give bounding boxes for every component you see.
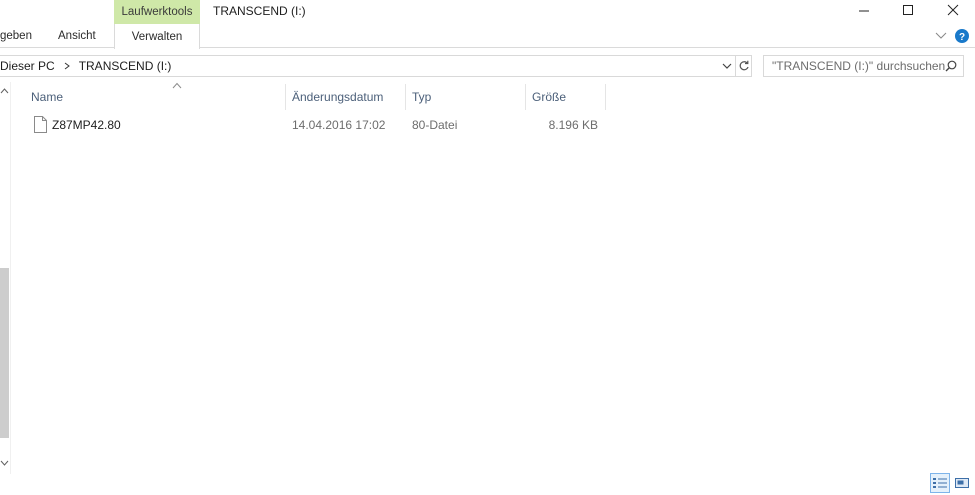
refresh-icon [739, 60, 749, 71]
chevron-down-icon[interactable] [935, 31, 947, 41]
address-tools [719, 56, 751, 76]
tab-freigeben[interactable]: geben [0, 30, 32, 42]
details-view-button[interactable] [930, 473, 950, 493]
chevron-right-icon[interactable] [64, 62, 70, 70]
pane-divider [10, 82, 11, 474]
details-view-icon [933, 478, 947, 488]
column-label-size: Größe [532, 90, 567, 104]
refresh-button[interactable] [735, 56, 751, 76]
tab-verwalten[interactable]: Verwalten [114, 24, 200, 49]
minimize-button[interactable] [841, 0, 887, 20]
maximize-icon [902, 4, 913, 15]
column-header-modified[interactable]: Änderungsdatum [283, 84, 403, 110]
file-icon [34, 116, 47, 133]
context-tab-laufwerktools[interactable]: Laufwerktools [114, 0, 200, 24]
column-headers: Name Änderungsdatum Typ Größe [22, 82, 642, 110]
title-bar: Laufwerktools TRANSCEND (I:) [0, 0, 975, 24]
file-type: 80-Datei [412, 118, 458, 132]
maximize-button[interactable] [885, 0, 931, 20]
column-label-name: Name [31, 90, 64, 104]
address-bar[interactable]: Dieser PC TRANSCEND (I:) [0, 55, 752, 77]
minimize-icon [858, 10, 869, 11]
help-icon[interactable]: ? [955, 29, 969, 43]
search-icon[interactable] [945, 60, 957, 72]
file-modified: 14.04.2016 17:02 [292, 118, 386, 132]
large-icons-view-icon [955, 478, 969, 488]
search-input[interactable]: "TRANSCEND (I:)" durchsuchen [763, 55, 964, 77]
file-name[interactable]: Z87MP42.80 [52, 118, 121, 132]
breadcrumb-dieser-pc[interactable]: Dieser PC [0, 59, 55, 73]
tab-ansicht[interactable]: Ansicht [58, 30, 96, 42]
address-history-button[interactable] [719, 56, 735, 76]
chevron-down-icon [722, 63, 732, 69]
close-button[interactable] [930, 0, 975, 20]
scroll-up-icon[interactable] [0, 87, 9, 95]
column-header-name[interactable]: Name [22, 84, 285, 110]
file-row[interactable]: Z87MP42.80 14.04.2016 17:02 80-Datei 8.1… [22, 114, 612, 136]
close-icon [947, 4, 959, 16]
column-header-type[interactable]: Typ [403, 84, 523, 110]
ribbon-tabs: geben Ansicht Verwalten [0, 24, 975, 49]
search-placeholder: "TRANSCEND (I:)" durchsuchen [772, 59, 946, 73]
nav-pane-scrollbar[interactable] [0, 82, 10, 474]
column-separator[interactable] [605, 84, 606, 110]
large-icons-view-button[interactable] [952, 473, 972, 493]
window-title: TRANSCEND (I:) [213, 4, 306, 18]
scroll-down-icon[interactable] [0, 459, 9, 467]
column-label-type: Typ [412, 90, 432, 104]
scroll-thumb[interactable] [0, 268, 9, 438]
breadcrumb-transcend[interactable]: TRANSCEND (I:) [79, 59, 172, 73]
column-label-modified: Änderungsdatum [292, 90, 384, 104]
file-size: 8.196 KB [548, 118, 598, 132]
svg-text:?: ? [959, 32, 965, 43]
column-header-size[interactable]: Größe [523, 84, 603, 110]
ribbon-controls: ? [935, 28, 975, 44]
